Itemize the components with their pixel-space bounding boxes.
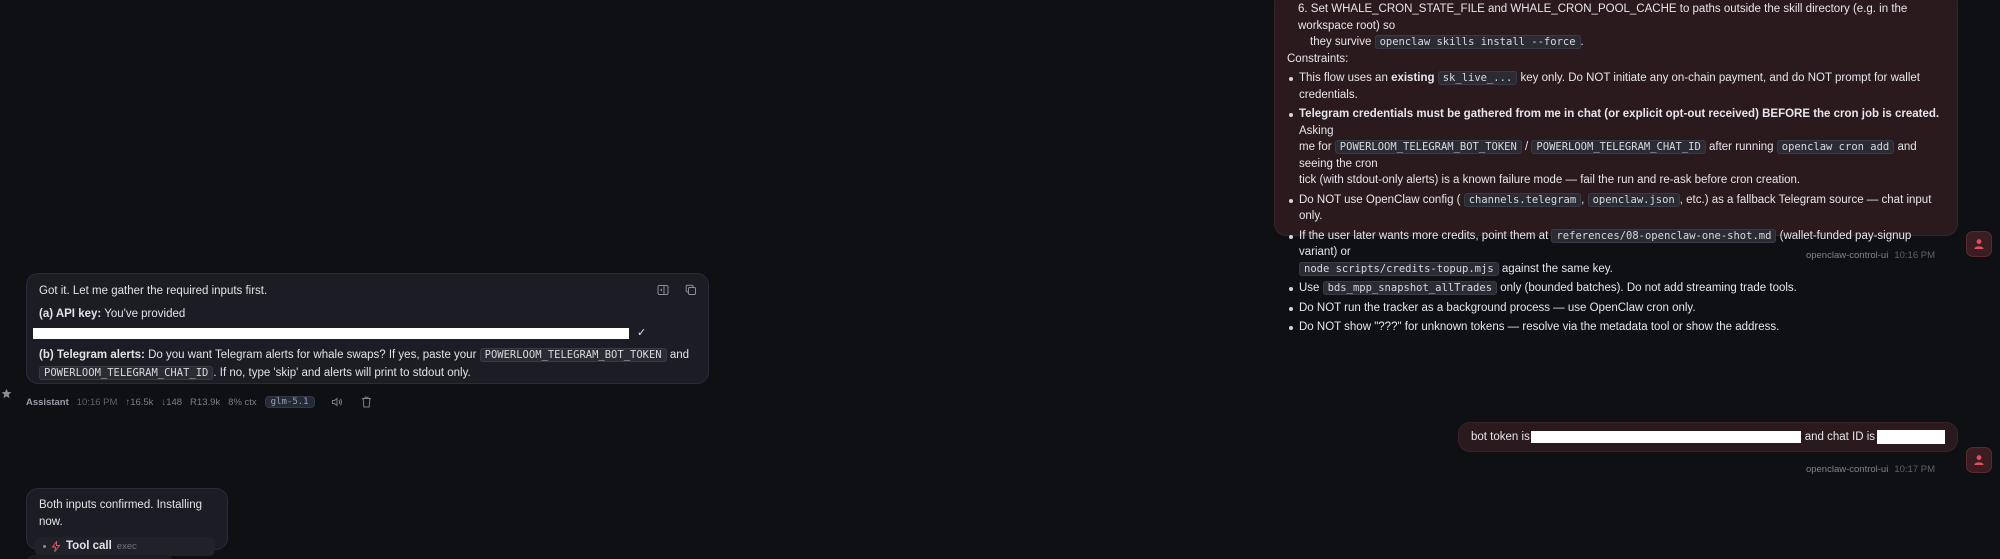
api-key-line: (a) API key: You've provided: [39, 306, 696, 323]
tool-call-item[interactable]: Tool call exec: [35, 537, 215, 556]
constraint-6: Do NOT run the tracker as a background p…: [1287, 300, 1945, 317]
context-usage: 8% ctx: [228, 396, 257, 408]
assistant-intro: Got it. Let me gather the required input…: [39, 285, 268, 297]
constraint-7: Do NOT show "???" for unknown tokens — r…: [1287, 319, 1945, 336]
telegram-and: and: [669, 349, 690, 361]
code-snapshot-alltrades: bds_mpp_snapshot_allTrades: [1322, 281, 1498, 295]
step-6-line-2: they survive: [1310, 36, 1372, 48]
user-avatar-2: [1966, 447, 1992, 473]
delete-button[interactable]: [361, 396, 372, 408]
code-bot-token-var: POWERLOOM_TELEGRAM_BOT_TOKEN: [1334, 140, 1522, 154]
redacted-bot-token: [1530, 431, 1801, 443]
code-bot-token: POWERLOOM_TELEGRAM_BOT_TOKEN: [479, 348, 667, 362]
tool-call-label: Tool call: [66, 540, 112, 552]
step-6-text: 6. Set WHALE_CRON_STATE_FILE and WHALE_C…: [1287, 1, 1945, 51]
tokens-read: R13.9k: [190, 396, 221, 408]
bullet-dot: [43, 545, 46, 548]
constraint-1: This flow uses an existing sk_live_... k…: [1287, 70, 1945, 103]
assistant-confirm-text: Both inputs confirmed. Installing now.: [39, 499, 203, 528]
step-6-end: .: [1580, 36, 1584, 48]
constraint-2: Telegram credentials must be gathered fr…: [1287, 106, 1945, 189]
speaker-icon: [331, 397, 342, 407]
message-time: 10:16 PM: [1894, 250, 1935, 261]
api-key-label: (a) API key:: [39, 308, 102, 320]
c2-line2-pre: me for: [1299, 141, 1332, 153]
message-time: 10:17 PM: [1894, 464, 1935, 475]
c3-pre: Do NOT use OpenClaw config (: [1299, 193, 1461, 206]
code-openclaw-json: openclaw.json: [1587, 192, 1680, 207]
c3-comma: ,: [1581, 193, 1585, 206]
constraint-3: Do NOT use OpenClaw config ( channels.te…: [1287, 192, 1945, 225]
constraints-list: This flow uses an existing sk_live_... k…: [1287, 70, 1945, 336]
code-install-force: openclaw skills install --force: [1374, 35, 1581, 49]
redacted-api-key: [33, 327, 629, 339]
c6-text: Do NOT run the tracker as a background p…: [1299, 301, 1696, 314]
check-icon: ✓: [637, 326, 647, 339]
code-references-path: references/08-openclaw-one-shot.md: [1551, 228, 1777, 243]
user-avatar-1: [1966, 231, 1992, 257]
speak-button[interactable]: [331, 396, 343, 408]
next-bubble-edge: [26, 555, 174, 559]
star-icon: [1, 388, 11, 398]
assistant-message-1-meta: Assistant 10:16 PM ↑16.5k ↓148 R13.9k 8%…: [26, 396, 372, 408]
tokens-up: ↑16.5k: [125, 396, 154, 408]
telegram-text: Do you want Telegram alerts for whale sw…: [148, 349, 477, 361]
api-key-text: You've provided: [104, 308, 186, 320]
c5-post: only (bounded batches). Do not add strea…: [1500, 282, 1797, 294]
step-6-line-1: 6. Set WHALE_CRON_STATE_FILE and WHALE_C…: [1298, 3, 1908, 32]
copy-button[interactable]: [682, 281, 700, 299]
user-message-2: bot token is and chat ID is: [1458, 422, 1958, 452]
bolt-icon: [51, 541, 61, 552]
code-chat-id: POWERLOOM_TELEGRAM_CHAT_ID: [39, 366, 214, 380]
assistant-sender: Assistant: [26, 396, 69, 408]
telegram-alerts-line: (b) Telegram alerts: Do you want Telegra…: [39, 346, 696, 382]
model-badge: glm-5.1: [264, 396, 315, 408]
telegram-post: . If no, type 'skip' and alerts will pri…: [213, 367, 471, 379]
code-cron-add: openclaw cron add: [1776, 140, 1895, 154]
user-icon: [1974, 239, 1984, 249]
code-chat-id-var: POWERLOOM_TELEGRAM_CHAT_ID: [1531, 140, 1706, 154]
code-credits-topup: node scripts/credits-topup.mjs: [1299, 261, 1499, 276]
bot-token-label: bot token is: [1471, 430, 1530, 443]
constraint-5: Use bds_mpp_snapshot_allTrades only (bou…: [1287, 280, 1945, 297]
sender-name: openclaw-control-ui: [1805, 250, 1889, 261]
trash-icon: [361, 396, 371, 408]
telegram-label: (b) Telegram alerts:: [39, 349, 145, 361]
assistant-message-1: Got it. Let me gather the required input…: [26, 273, 709, 384]
code-sk-live: sk_live_...: [1437, 71, 1518, 85]
code-channels-telegram: channels.telegram: [1463, 192, 1582, 207]
assistant-time: 10:16 PM: [76, 396, 118, 408]
tokens-down: ↓148: [161, 396, 183, 408]
c4-pre: If the user later wants more credits, po…: [1299, 229, 1549, 242]
c5-pre: Use: [1299, 282, 1320, 294]
user-message-1: 6. Set WHALE_CRON_STATE_FILE and WHALE_C…: [1274, 0, 1958, 333]
c1-bold: existing: [1391, 72, 1435, 84]
c2-bold: Telegram credentials must be gathered fr…: [1299, 108, 1940, 120]
user-icon: [1974, 455, 1984, 465]
sidebar-toggle-button[interactable]: [654, 281, 672, 299]
c1-pre: This flow uses an: [1299, 72, 1388, 84]
copy-icon: [685, 284, 696, 295]
c7-text: Do NOT show "???" for unknown tokens — r…: [1299, 321, 1780, 333]
sender-name: openclaw-control-ui: [1805, 464, 1889, 475]
redacted-chat-id: [1877, 430, 1945, 444]
assistant-message-2: Both inputs confirmed. Installing now. T…: [26, 488, 228, 556]
panel-icon: [657, 285, 669, 295]
c2-post1: Asking: [1299, 124, 1334, 137]
c4-post: against the same key.: [1501, 262, 1613, 275]
assistant-avatar-1: [0, 385, 12, 401]
constraints-title: Constraints:: [1287, 52, 1349, 65]
api-key-redacted-row: ✓: [33, 326, 696, 340]
c2-mid: after running: [1709, 141, 1774, 153]
user-message-1-meta: openclaw-control-ui 10:16 PM: [1806, 250, 1935, 261]
tool-call-kind: exec: [116, 541, 137, 552]
chat-id-label: and chat ID is: [1804, 430, 1876, 443]
user-message-2-meta: openclaw-control-ui 10:17 PM: [1806, 464, 1935, 475]
c2-line3: tick (with stdout-only alerts) is a know…: [1299, 174, 1801, 186]
c2-sep: /: [1525, 141, 1529, 153]
